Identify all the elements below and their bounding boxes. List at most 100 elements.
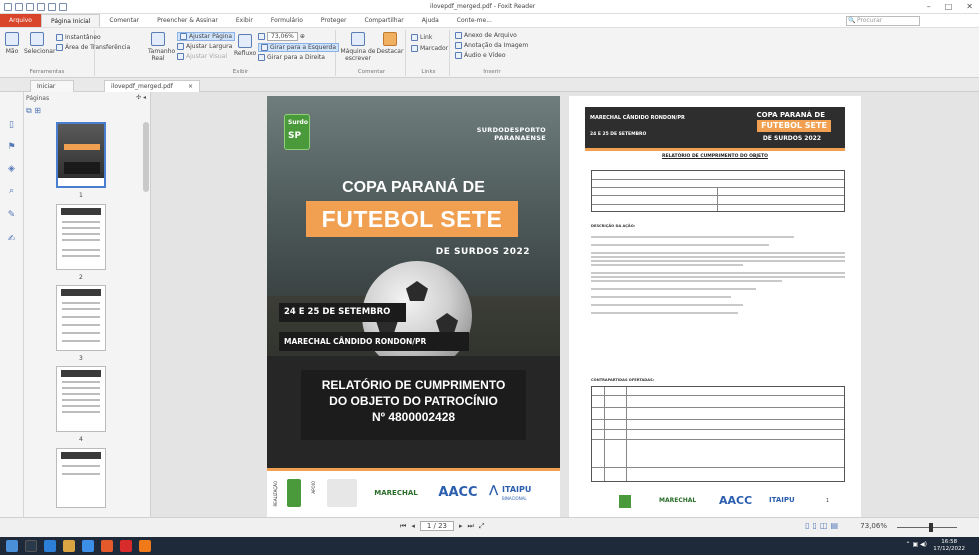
select-tool-button[interactable]: Selecionar [24, 32, 55, 55]
thumbnail-number: 4 [79, 436, 83, 443]
fit-visible-button[interactable]: Ajustar Visual [177, 53, 227, 60]
rotate-right-button[interactable]: Girar para a Direita [258, 54, 325, 61]
typewriter-button[interactable]: Máquina de escrever [340, 32, 376, 62]
menu-share[interactable]: Compartilhar [355, 14, 412, 27]
redo-icon[interactable] [59, 3, 67, 11]
signatures-icon[interactable]: ✍ [6, 234, 17, 245]
task-view-icon[interactable] [44, 540, 56, 552]
file-explorer-icon[interactable] [63, 540, 75, 552]
system-tray[interactable]: ⌃ ▣ ◀) [906, 541, 927, 548]
poster-location: MARECHAL CÂNDIDO RONDON/PR [279, 332, 469, 351]
zoom-in-icon[interactable]: ⊕ [300, 33, 305, 40]
thumb-line [62, 340, 100, 342]
actual-size-button[interactable]: Tamanho Real [148, 32, 175, 62]
app-icon-red[interactable] [120, 540, 132, 552]
audio-video-button[interactable]: Áudio e Vídeo [455, 52, 506, 59]
thumb-line [62, 239, 100, 241]
snapshot-button[interactable]: Instantâneo [56, 34, 101, 41]
thumb-line [62, 387, 100, 389]
window-title: ilovepdf_merged.pdf - Foxit Reader [430, 3, 536, 10]
app-icon[interactable] [4, 3, 12, 11]
open-icon[interactable] [15, 3, 23, 11]
thumbnail-page-1[interactable] [56, 122, 106, 188]
thumbnail-page-4[interactable] [56, 366, 106, 432]
chrome-icon[interactable] [101, 540, 113, 552]
menu-fill-sign[interactable]: Preencher & Assinar [148, 14, 227, 27]
thumbnail-page-5[interactable] [56, 448, 106, 508]
bookmarks-icon[interactable]: ⚑ [6, 142, 17, 153]
print-icon[interactable] [37, 3, 45, 11]
view-mode-icons[interactable]: ▯▯◫▤ [805, 521, 841, 530]
maximize-icon[interactable]: □ [945, 2, 953, 11]
zoom-select[interactable]: 73,06% ⊕ [258, 32, 305, 41]
thumb-line [62, 393, 100, 395]
attachments-icon[interactable]: ⌕ [6, 186, 17, 197]
zoom-slider-handle[interactable] [929, 523, 933, 532]
comments-icon[interactable]: ✎ [6, 210, 17, 221]
save-icon[interactable] [26, 3, 34, 11]
bookmark-button[interactable]: Marcador [411, 45, 448, 52]
insert-page-icon[interactable]: ⧉ [26, 106, 32, 115]
info-row-line [592, 204, 844, 205]
menu-form[interactable]: Formulário [262, 14, 312, 27]
pages-icon[interactable]: ▯ [6, 120, 17, 131]
fit-visible-icon [177, 53, 184, 60]
zoom-slider[interactable] [897, 527, 957, 528]
tab-start[interactable]: Iniciar [30, 80, 74, 92]
text-line [591, 236, 795, 238]
next-page-icon[interactable]: ▸ [459, 522, 463, 530]
close-tab-icon[interactable]: × [188, 81, 193, 92]
rotate-left-button[interactable]: Girar para a Esquerda [258, 43, 340, 52]
text-line [591, 296, 731, 298]
poster-date: 24 E 25 DE SETEMBRO [279, 303, 406, 322]
file-attachment-button[interactable]: Anexo de Arquivo [455, 32, 517, 39]
page-number-input[interactable]: 1 / 23 [419, 521, 454, 531]
menu-tell-me[interactable]: Conte-me... [448, 14, 501, 27]
thumbnail-page-3[interactable] [56, 285, 106, 351]
undo-icon[interactable] [48, 3, 56, 11]
fit-width-button[interactable]: Ajustar Largura [177, 43, 232, 50]
image-annotation-button[interactable]: Anotação da Imagem [455, 42, 528, 49]
last-page-icon[interactable]: ⏭ [468, 522, 474, 531]
footer-surdodesporto-logo [619, 495, 631, 508]
clipboard-button[interactable]: Área de Transferência [56, 44, 130, 51]
search-input[interactable]: Procurar [846, 16, 920, 26]
pdf-page-1: Surdo SP SURDODESPORTO PARANAENSE COPA PAR… [267, 96, 560, 517]
panel-options-icon[interactable]: ✣ ◂ [136, 94, 146, 101]
hand-tool-button[interactable]: Mão [3, 32, 21, 55]
page-options-icon[interactable]: ⊞ [34, 106, 41, 115]
clock[interactable]: 16:58 17/12/2022 [933, 539, 965, 553]
menu-view[interactable]: Exibir [227, 14, 262, 27]
menu-protect[interactable]: Proteger [312, 14, 356, 27]
status-zoom: 73,06% [860, 522, 887, 530]
menu-file[interactable]: Arquivo [0, 14, 41, 27]
search-taskbar-icon[interactable] [25, 540, 37, 552]
prev-page-icon[interactable]: ◂ [411, 522, 415, 530]
text-line [591, 276, 845, 278]
edge-browser-icon[interactable] [82, 540, 94, 552]
fit-icon[interactable]: ⤢ [479, 522, 485, 531]
menu-home[interactable]: Página Inicial [40, 14, 101, 27]
report-section-description: DESCRIÇÃO DA AÇÃO: [591, 224, 636, 228]
counterparts-table [591, 386, 845, 482]
minimize-icon[interactable]: – [927, 2, 931, 11]
reflow-button[interactable]: Refluxo [234, 34, 256, 57]
text-line [591, 252, 845, 254]
report-info-box [591, 170, 845, 212]
thumbnail-page-2[interactable] [56, 204, 106, 270]
rotate-left-icon [261, 44, 268, 51]
foxit-taskbar-icon[interactable] [139, 540, 151, 552]
thumbnail-scrollbar[interactable] [143, 122, 149, 192]
highlight-button[interactable]: Destacar [376, 32, 404, 55]
link-button[interactable]: Link [411, 34, 432, 41]
fit-page-button[interactable]: Ajustar Página [177, 32, 236, 41]
layers-icon[interactable]: ◈ [6, 164, 17, 175]
report-section-counterparts: CONTRAPARTIDAS OFERTADAS: [591, 378, 655, 382]
tab-document[interactable]: ilovepdf_merged.pdf × [104, 80, 200, 92]
menu-help[interactable]: Ajuda [413, 14, 448, 27]
start-button-icon[interactable] [6, 540, 18, 552]
menu-comment[interactable]: Comentar [100, 14, 148, 27]
first-page-icon[interactable]: ⏮ [400, 522, 406, 531]
itaipu-subtitle: BINACIONAL [502, 496, 527, 501]
close-icon[interactable]: ✕ [966, 2, 973, 11]
